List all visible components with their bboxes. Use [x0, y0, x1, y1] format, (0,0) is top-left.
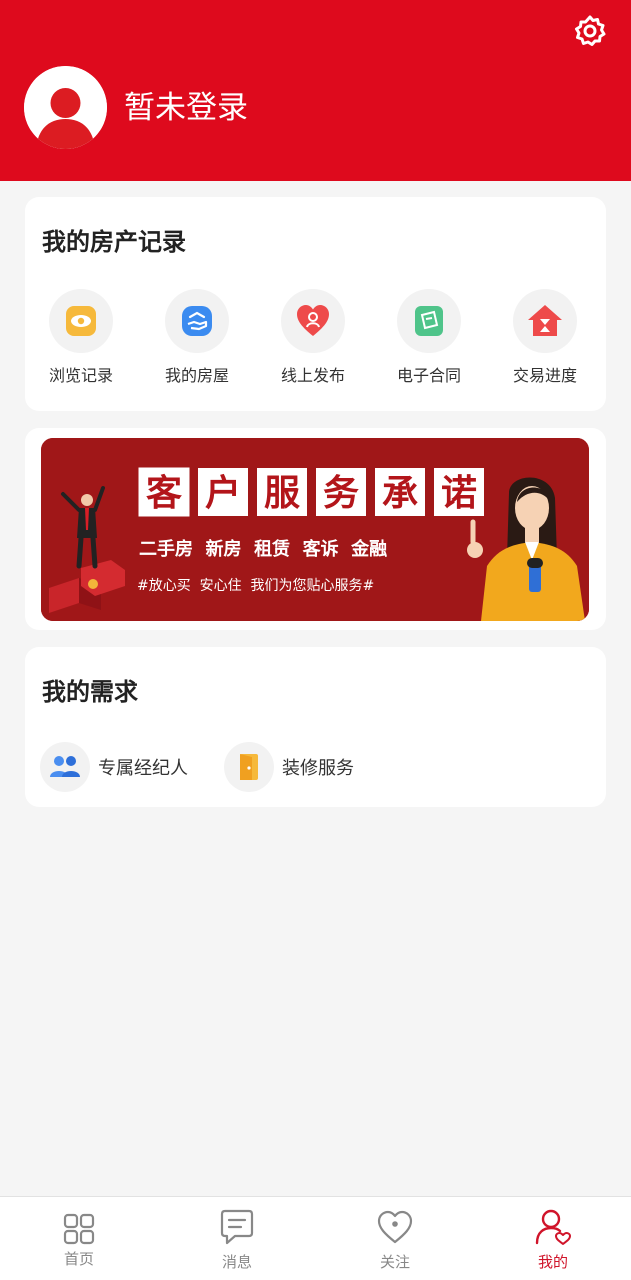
record-item-my-house[interactable]: 我的房屋: [147, 289, 247, 399]
contract-icon: [415, 306, 443, 336]
profile-header: 暂未登录: [0, 0, 631, 181]
house-hand-icon: [182, 306, 212, 336]
records-title: 我的房产记录: [42, 228, 186, 256]
door-icon: [240, 754, 258, 780]
record-item-online-publish[interactable]: 线上发布: [263, 289, 363, 399]
gear-icon: [573, 14, 607, 52]
banner-image: 客 户 服 务 承 诺 二手房 新房 租赁 客诉 金融 #放心买 安心住 我们为…: [41, 438, 589, 621]
banner-title-char: 承: [382, 473, 418, 514]
record-label: 浏览记录: [48, 366, 113, 385]
service-promise-banner[interactable]: 客 户 服 务 承 诺 二手房 新房 租赁 客诉 金融 #放心买 安心住 我们为…: [41, 438, 589, 621]
login-prompt[interactable]: 暂未登录: [124, 86, 248, 130]
nav-label: 关注: [379, 1253, 410, 1271]
record-label: 交易进度: [512, 366, 577, 385]
banner-title-char: 客: [146, 473, 182, 514]
record-label: 线上发布: [280, 366, 345, 385]
banner-title-char: 服: [264, 473, 300, 514]
nav-item-mine[interactable]: 我的: [474, 1197, 631, 1280]
message-icon: [220, 1209, 254, 1245]
avatar[interactable]: [24, 66, 107, 149]
nav-label: 首页: [63, 1250, 94, 1268]
record-label: 电子合同: [396, 366, 461, 385]
needs-title: 我的需求: [42, 678, 138, 706]
nav-item-home[interactable]: 首页: [0, 1197, 158, 1280]
record-item-e-contract[interactable]: 电子合同: [379, 289, 479, 399]
heart-icon: [377, 1210, 413, 1244]
nav-item-follow[interactable]: 关注: [316, 1197, 474, 1280]
user-icon: [535, 1209, 571, 1245]
heart-publish-icon: [297, 305, 329, 336]
nav-label: 消息: [221, 1253, 252, 1271]
settings-button[interactable]: [572, 15, 608, 51]
nav-item-messages[interactable]: 消息: [158, 1197, 316, 1280]
agents-icon: [50, 756, 80, 777]
banner-title-char: 务: [323, 473, 359, 514]
need-item-exclusive-agent[interactable]: 专属经纪人: [40, 741, 188, 793]
eye-icon: [66, 306, 96, 336]
banner-title-char: 诺: [441, 473, 477, 514]
record-item-browse-history[interactable]: 浏览记录: [31, 289, 131, 399]
need-label: 装修服务: [282, 758, 354, 779]
record-label: 我的房屋: [164, 366, 229, 385]
need-item-renovation[interactable]: 装修服务: [224, 741, 354, 793]
banner-services: 二手房 新房 租赁 客诉 金融: [139, 538, 387, 560]
nav-label: 我的: [537, 1253, 568, 1271]
need-label: 专属经纪人: [98, 758, 188, 779]
bottom-nav: 首页 消息 关注 我的: [0, 1196, 631, 1280]
banner-slogan: #放心买 安心住 我们为您贴心服务#: [137, 577, 374, 594]
user-avatar-icon: [24, 66, 107, 149]
banner-title-char: 户: [205, 473, 241, 514]
record-item-transaction-progress[interactable]: 交易进度: [495, 289, 595, 399]
grid-icon: [63, 1213, 95, 1245]
banner-card: 客 户 服 务 承 诺 二手房 新房 租赁 客诉 金融 #放心买 安心住 我们为…: [25, 428, 606, 630]
page: 暂未登录 我的房产记录 浏览记录 我的房屋 线上发布 电子合同 交易进度 客 户…: [0, 0, 631, 1280]
hourglass-house-icon: [528, 305, 562, 336]
